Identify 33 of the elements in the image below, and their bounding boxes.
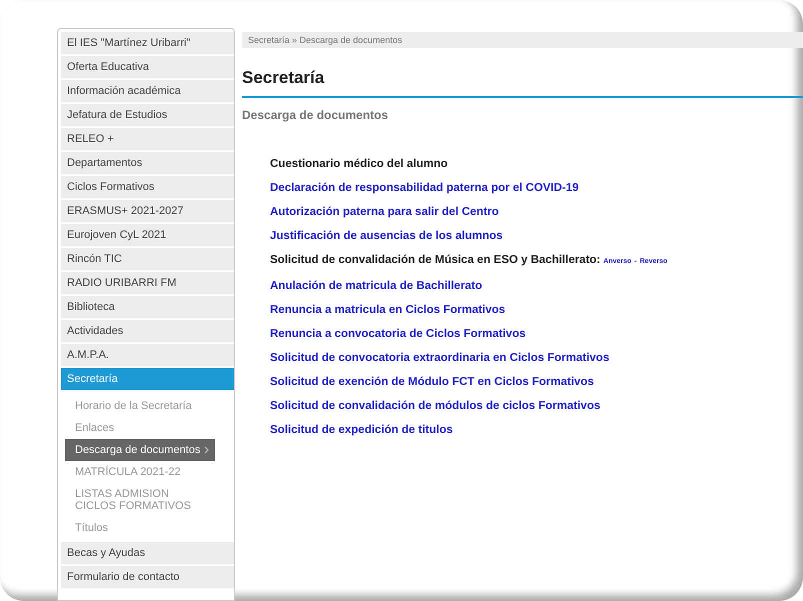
document-link[interactable]: Solicitud de convalidación de módulos de ciclos Formativos xyxy=(270,398,600,414)
sidebar-item[interactable]: Becas y Ayudas xyxy=(61,542,234,565)
submenu-item[interactable]: Descarga de documentos xyxy=(65,439,215,461)
sidebar-item[interactable]: Ciclos Formativos xyxy=(61,176,234,199)
sidebar-item[interactable]: Eurojoven CyL 2021 xyxy=(61,224,234,247)
sidebar-item[interactable]: El IES "Martínez Uribarri" xyxy=(61,32,234,55)
breadcrumb: Secretaría » Descarga de documentos xyxy=(242,32,803,48)
sidebar-item[interactable]: Oferta Educativa xyxy=(61,56,234,79)
sidebar-item[interactable]: RELEO + xyxy=(61,128,234,151)
document-link[interactable]: Declaración de responsabilidad paterna por el COVID-19 xyxy=(270,180,579,196)
document-link[interactable]: Renuncia a convocatoria de Ciclos Formativos xyxy=(270,326,526,342)
chevron-icon xyxy=(204,446,209,454)
document-link[interactable]: Solicitud de exención de Módulo FCT en Ciclos Formativos xyxy=(270,374,594,390)
sidebar-item[interactable]: Biblioteca xyxy=(61,296,234,319)
section-subtitle: Descarga de documentos xyxy=(242,108,390,122)
sidebar-item[interactable]: Información académica xyxy=(61,80,234,103)
page-title: Secretaría xyxy=(242,68,803,98)
document-link[interactable]: Justificación de ausencias de los alumnos xyxy=(270,228,503,244)
document-link[interactable]: Solicitud de expedición de titulos xyxy=(270,422,453,438)
sidebar-item[interactable]: Rincón TIC xyxy=(61,248,234,271)
sidebar-item[interactable]: Departamentos xyxy=(61,152,234,175)
document-link[interactable]: Renuncia a matricula en Ciclos Formativos xyxy=(270,302,506,318)
document-link[interactable]: Solicitud de convocatoria extraordinaria en Ciclos Formativos xyxy=(270,350,610,366)
sidebar-item[interactable]: Jefatura de Estudios xyxy=(61,104,234,127)
sidebar-item[interactable]: ERASMUS+ 2021-2027 xyxy=(61,200,234,223)
sidebar-item[interactable]: Formulario de contacto xyxy=(61,566,234,589)
sidebar-item[interactable]: Actividades xyxy=(61,320,234,343)
document-label: Cuestionario médico del alumno xyxy=(270,157,448,172)
document-label: Solicitud de convalidación de Música en ESO y Bachillerato: xyxy=(270,253,600,268)
document-link[interactable]: Autorización paterna para salir del Centro xyxy=(270,204,499,220)
sidebar-item[interactable]: A.M.P.A. xyxy=(61,344,234,367)
sidebar-item[interactable]: RADIO URIBARRI FM xyxy=(61,272,234,295)
document-link[interactable]: Anulación de matricula de Bachillerato xyxy=(270,278,482,294)
